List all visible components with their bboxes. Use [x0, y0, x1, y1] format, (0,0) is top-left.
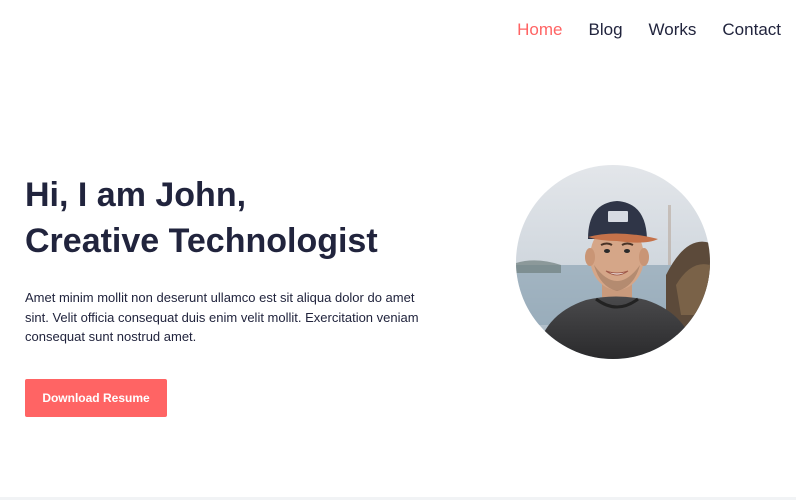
- hero-title: Hi, I am John, Creative Technologist: [25, 172, 435, 264]
- hero-section: Hi, I am John, Creative Technologist Ame…: [25, 172, 435, 417]
- hero-description: Amet minim mollit non deserunt ullamco e…: [25, 290, 419, 344]
- hero-title-line2: Creative Technologist: [25, 222, 378, 260]
- profile-photo-icon: [516, 165, 710, 359]
- main-nav: Home Blog Works Contact: [517, 18, 781, 42]
- nav-item-works[interactable]: Works: [649, 18, 697, 42]
- nav-item-blog[interactable]: Blog: [589, 18, 623, 42]
- download-resume-button[interactable]: Download Resume: [25, 378, 167, 417]
- avatar: [516, 165, 710, 359]
- nav-item-contact[interactable]: Contact: [722, 18, 781, 42]
- hero-title-line1: Hi, I am John,: [25, 176, 247, 214]
- nav-item-home[interactable]: Home: [517, 18, 562, 42]
